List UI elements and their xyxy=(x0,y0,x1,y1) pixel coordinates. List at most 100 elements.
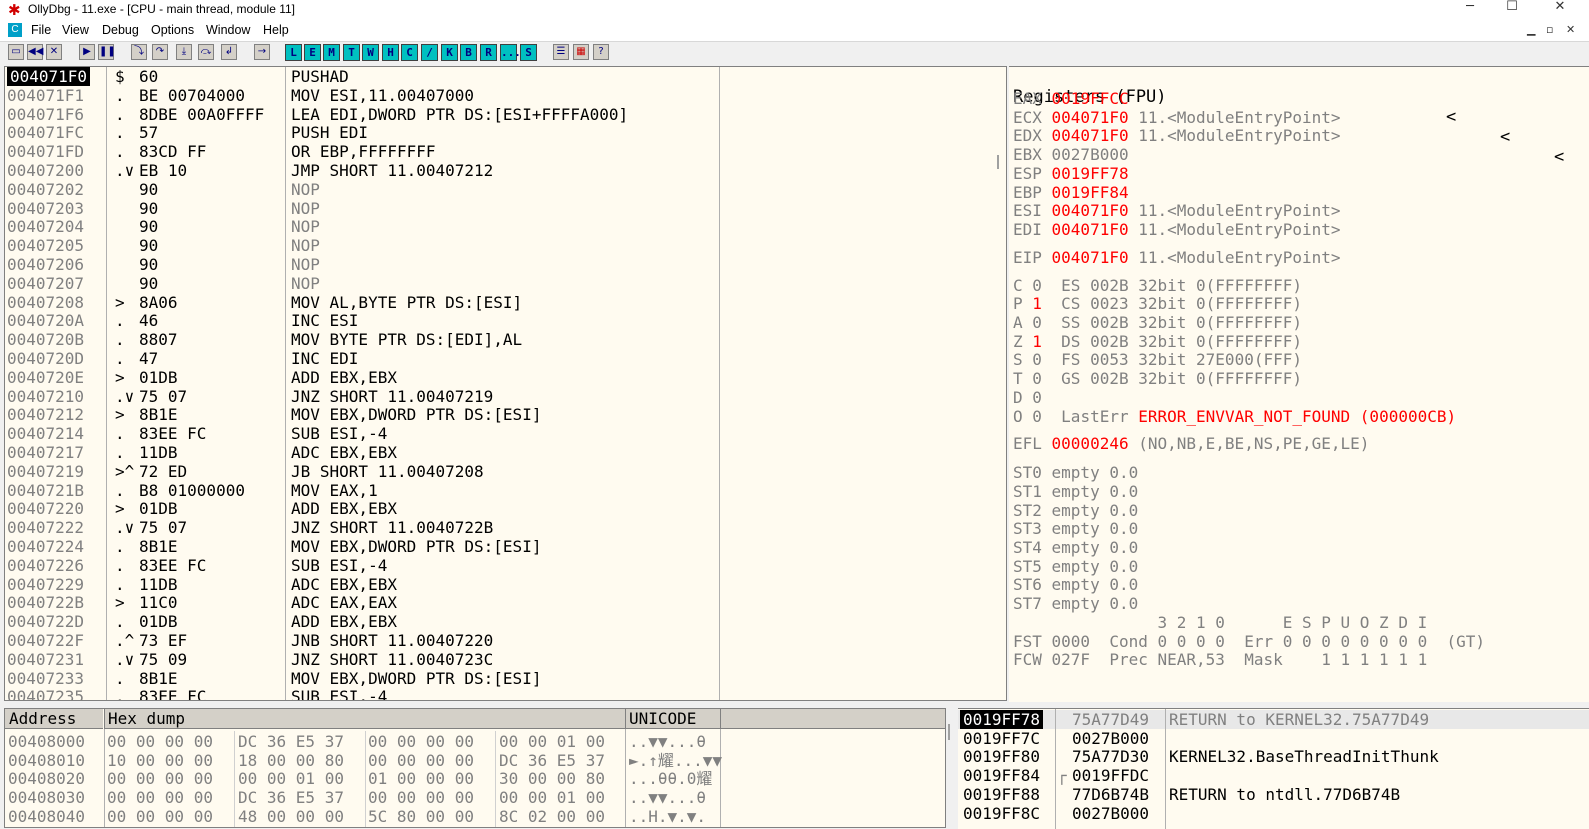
flag-value[interactable]: 0 xyxy=(1032,407,1042,426)
dump-row[interactable]: 00408010 10 00 00 00 18 00 00 80 00 00 00 0… xyxy=(5,751,945,770)
dump-row[interactable]: 00408030 00 00 00 00 DC 36 E5 37 00 00 00 0… xyxy=(5,788,945,807)
disasm-address[interactable]: 0040721B xyxy=(7,481,84,500)
mdi-close-button[interactable]: ✕ xyxy=(1566,23,1575,36)
disasm-address[interactable]: 0040722B xyxy=(7,593,84,612)
threads-window-button[interactable]: T xyxy=(343,44,360,61)
flag-line[interactable]: Z 1 DS 002B 32bit 0(FFFFFFFF) xyxy=(1013,332,1302,351)
disasm-row[interactable]: 00407235. 83EE FC SUB ESI,-4 xyxy=(5,687,1006,700)
disasm-row[interactable]: 00407214. 83EE FC SUB ESI,-4 xyxy=(5,424,1006,443)
rewind-icon[interactable]: ◀◀ xyxy=(27,44,43,60)
disasm-instruction[interactable]: JB SHORT 11.00407208 xyxy=(291,462,484,481)
stack-address[interactable]: 0019FF88 xyxy=(960,785,1043,804)
run-icon[interactable]: ▶ xyxy=(79,44,95,60)
disasm-row[interactable]: 00407224. 8B1E MOV EBX,DWORD PTR DS:[ESI] xyxy=(5,537,1006,556)
dump-address[interactable]: 00408000 xyxy=(8,732,85,751)
stack-value[interactable]: 0027B000 xyxy=(1072,729,1149,748)
disasm-instruction[interactable]: MOV BYTE PTR DS:[EDI],AL xyxy=(291,330,522,349)
disasm-row[interactable]: 00407222 .∨ 75 07 JNZ SHORT 11.0040722B xyxy=(5,518,1006,537)
fpu-st-line[interactable]: ST0 empty 0.0 xyxy=(1013,463,1138,482)
handles-window-button[interactable]: H xyxy=(382,44,399,61)
stack-value[interactable]: 0027B000 xyxy=(1072,804,1149,823)
flag-value[interactable]: 0 xyxy=(1032,388,1042,407)
dump-address-header[interactable]: Address xyxy=(5,709,103,729)
register-line[interactable]: EDX 004071F0 11.<ModuleEntryPoint> xyxy=(1013,126,1341,145)
flag-value[interactable]: 1 xyxy=(1032,332,1042,351)
register-value[interactable]: 0019FF78 xyxy=(1052,164,1129,183)
disasm-row[interactable]: 004071F1. BE 00704000 MOV ESI,11.00407000 xyxy=(5,86,1006,105)
register-value[interactable]: 004071F0 xyxy=(1052,126,1129,145)
disasm-address[interactable]: 00407200 xyxy=(7,161,84,180)
register-value[interactable]: 004071F0 xyxy=(1052,248,1129,267)
disasm-instruction[interactable]: OR EBP,FFFFFFFF xyxy=(291,142,436,161)
list-icon[interactable]: ☰ xyxy=(553,44,569,60)
windows-window-button[interactable]: W xyxy=(362,44,379,61)
stack-row[interactable]: 0019FF84 ┌ 0019FFDC xyxy=(958,766,1589,785)
disasm-row[interactable]: 00407205 90 NOP xyxy=(5,236,1006,255)
register-line[interactable]: ESI 004071F0 11.<ModuleEntryPoint> xyxy=(1013,201,1341,220)
register-line[interactable]: ECX 004071F0 11.<ModuleEntryPoint> xyxy=(1013,108,1341,127)
flag-value[interactable]: 0 xyxy=(1032,369,1042,388)
register-value[interactable]: 0019FFCC xyxy=(1052,89,1129,108)
disasm-row[interactable]: 0040722D. 01DB ADD EBX,EBX xyxy=(5,612,1006,631)
disasm-address[interactable]: 00407210 xyxy=(7,387,84,406)
flag-line[interactable]: P 1 CS 0023 32bit 0(FFFFFFFF) xyxy=(1013,294,1302,313)
grid-icon[interactable]: ▦ xyxy=(573,44,589,60)
register-line[interactable]: EBX 0027B000 xyxy=(1013,145,1129,164)
disasm-row[interactable]: 00407212 >8B1E MOV EBX,DWORD PTR DS:[ESI] xyxy=(5,405,1006,424)
register-value[interactable]: 0019FF84 xyxy=(1052,183,1129,202)
disasm-row[interactable]: 0040722F .^ 73 EF JNB SHORT 11.00407220 xyxy=(5,631,1006,650)
disasm-instruction[interactable]: INC ESI xyxy=(291,311,358,330)
menu-file[interactable]: File xyxy=(31,23,51,37)
register-line[interactable]: EAX 0019FFCC xyxy=(1013,89,1129,108)
register-value[interactable]: 00000246 xyxy=(1052,434,1129,453)
stack-address[interactable]: 0019FF78 xyxy=(960,710,1044,729)
disasm-instruction[interactable]: MOV AL,BYTE PTR DS:[ESI] xyxy=(291,293,522,312)
disasm-address[interactable]: 00407212 xyxy=(7,405,84,424)
disasm-instruction[interactable]: ADC EBX,EBX xyxy=(291,443,397,462)
dump-unicode-header[interactable]: UNICODE xyxy=(625,709,720,729)
disasm-row[interactable]: 00407203 90 NOP xyxy=(5,199,1006,218)
flag-value[interactable]: 0 xyxy=(1032,313,1042,332)
dump-address[interactable]: 00408040 xyxy=(8,807,85,826)
flag-line[interactable]: A 0 SS 002B 32bit 0(FFFFFFFF) xyxy=(1013,313,1302,332)
disasm-address[interactable]: 004071F0 xyxy=(7,67,91,86)
disasm-instruction[interactable]: MOV EBX,DWORD PTR DS:[ESI] xyxy=(291,405,541,424)
maximize-button[interactable]: ☐ xyxy=(1497,0,1527,14)
menu-view[interactable]: View xyxy=(62,23,89,37)
disasm-row[interactable]: 00407206 90 NOP xyxy=(5,255,1006,274)
disasm-row[interactable]: 00407229. 11DB ADC EBX,EBX xyxy=(5,575,1006,594)
disasm-address[interactable]: 0040720B xyxy=(7,330,84,349)
disasm-row[interactable]: 00407233. 8B1E MOV EBX,DWORD PTR DS:[ESI] xyxy=(5,669,1006,688)
dump-hex-header[interactable]: Hex dump xyxy=(104,709,625,729)
fpu-status-line[interactable]: FCW 027F Prec NEAR,53 Mask 1 1 1 1 1 1 xyxy=(1013,650,1427,669)
disasm-row[interactable]: 00407208 >8A06 MOV AL,BYTE PTR DS:[ESI] xyxy=(5,293,1006,312)
disasm-address[interactable]: 00407226 xyxy=(7,556,84,575)
fpu-st-line[interactable]: ST1 empty 0.0 xyxy=(1013,482,1138,501)
close-button[interactable]: ✕ xyxy=(1545,0,1575,14)
disasm-address[interactable]: 00407229 xyxy=(7,575,84,594)
disasm-row[interactable]: 0040721B. B8 01000000 MOV EAX,1 xyxy=(5,481,1006,500)
disasm-instruction[interactable]: MOV ESI,11.00407000 xyxy=(291,86,474,105)
mdi-restore-button[interactable]: ▫ xyxy=(1546,23,1553,36)
trace-into-icon[interactable]: ⤓ xyxy=(176,44,192,60)
disasm-row[interactable]: 00407200 .∨ EB 10 JMP SHORT 11.00407212 xyxy=(5,161,1006,180)
source-window-button[interactable]: S xyxy=(520,44,537,61)
fpu-st-line[interactable]: ST2 empty 0.0 xyxy=(1013,501,1138,520)
fpu-st-line[interactable]: ST6 empty 0.0 xyxy=(1013,575,1138,594)
menu-debug[interactable]: Debug xyxy=(102,23,139,37)
disasm-instruction[interactable]: ADC EAX,EAX xyxy=(291,593,397,612)
flag-value[interactable]: 1 xyxy=(1032,294,1042,313)
disasm-row[interactable]: 0040722B >11C0 ADC EAX,EAX xyxy=(5,593,1006,612)
patches-window-button[interactable]: / xyxy=(421,44,438,61)
disasm-address[interactable]: 00407231 xyxy=(7,650,84,669)
disasm-address[interactable]: 0040720A xyxy=(7,311,84,330)
disasm-instruction[interactable]: ADC EBX,EBX xyxy=(291,575,397,594)
registers-pane[interactable]: Registers (FPU) < < < EAX 0019FFCC ECX 00… xyxy=(1009,66,1589,702)
disasm-address[interactable]: 00407204 xyxy=(7,217,84,236)
disasm-address[interactable]: 00407203 xyxy=(7,199,84,218)
flag-line[interactable]: S 0 FS 0053 32bit 27E000(FFF) xyxy=(1013,350,1302,369)
step-over-icon[interactable]: ↷ xyxy=(152,44,168,60)
disasm-instruction[interactable]: JNZ SHORT 11.0040722B xyxy=(291,518,493,537)
flag-line[interactable]: T 0 GS 002B 32bit 0(FFFFFFFF) xyxy=(1013,369,1302,388)
disasm-instruction[interactable]: SUB ESI,-4 xyxy=(291,556,387,575)
